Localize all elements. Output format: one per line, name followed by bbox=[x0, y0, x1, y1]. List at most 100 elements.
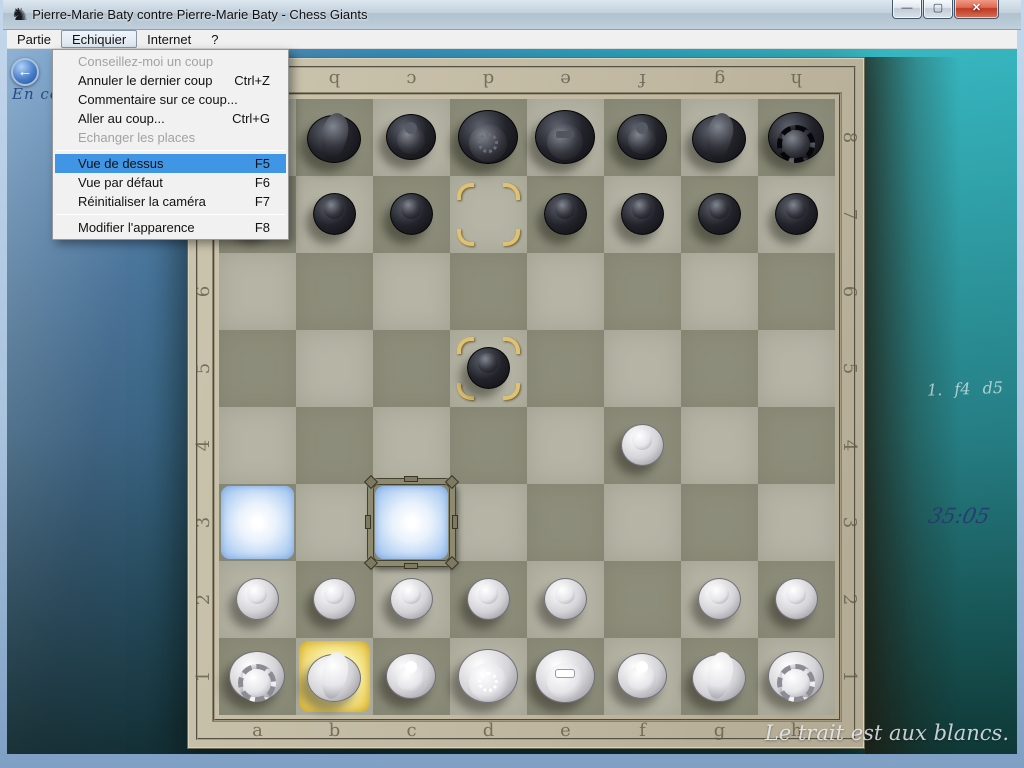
piece-black-pawn-d5[interactable] bbox=[450, 330, 527, 407]
square-g5[interactable] bbox=[681, 330, 758, 407]
gold-corner-chevron bbox=[457, 229, 474, 246]
square-f5[interactable] bbox=[604, 330, 681, 407]
piece-head bbox=[478, 584, 498, 604]
piece-white-bishop-c1[interactable] bbox=[373, 638, 450, 715]
menu-item-internet[interactable]: Internet bbox=[137, 30, 201, 48]
menu-item-aller-au-coup[interactable]: Aller au coup...Ctrl+G bbox=[55, 109, 286, 128]
piece-white-pawn-e2[interactable] bbox=[527, 561, 604, 638]
square-a4[interactable] bbox=[219, 407, 296, 484]
piece-head-group bbox=[219, 561, 296, 638]
menu-item-partie[interactable]: Partie bbox=[7, 30, 61, 48]
piece-white-pawn-d2[interactable] bbox=[450, 561, 527, 638]
piece-white-rook-a1[interactable] bbox=[219, 638, 296, 715]
minimize-button[interactable]: — bbox=[892, 0, 922, 19]
square-c5[interactable] bbox=[373, 330, 450, 407]
piece-white-knight-g1[interactable] bbox=[681, 638, 758, 715]
square-b3[interactable] bbox=[296, 484, 373, 561]
maximize-button[interactable]: ▢ bbox=[923, 0, 953, 19]
square-d4[interactable] bbox=[450, 407, 527, 484]
close-button[interactable]: ✕ bbox=[954, 0, 999, 19]
square-f3[interactable] bbox=[604, 484, 681, 561]
menu-item-shortcut: F5 bbox=[255, 154, 270, 173]
piece-black-queen-d8[interactable] bbox=[450, 99, 527, 176]
square-b4[interactable] bbox=[296, 407, 373, 484]
square-a5[interactable] bbox=[219, 330, 296, 407]
piece-white-king-e1[interactable] bbox=[527, 638, 604, 715]
square-h4[interactable] bbox=[758, 407, 835, 484]
piece-black-knight-b8[interactable] bbox=[296, 99, 373, 176]
square-f6[interactable] bbox=[604, 253, 681, 330]
menu-separator bbox=[56, 214, 285, 215]
menu-item-shortcut: Ctrl+Z bbox=[234, 71, 270, 90]
menu-item-commentaire-sur-ce-coup[interactable]: Commentaire sur ce coup... bbox=[55, 90, 286, 109]
square-e5[interactable] bbox=[527, 330, 604, 407]
square-g3[interactable] bbox=[681, 484, 758, 561]
file-label-top-e: e bbox=[527, 66, 604, 92]
square-h3[interactable] bbox=[758, 484, 835, 561]
piece-white-pawn-a2[interactable] bbox=[219, 561, 296, 638]
menu-item-reinitialiser-la-camera[interactable]: Réinitialiser la caméraF7 bbox=[55, 192, 286, 211]
legal-move-highlight-a3[interactable] bbox=[221, 486, 294, 559]
square-d6[interactable] bbox=[450, 253, 527, 330]
piece-white-pawn-f4[interactable] bbox=[604, 407, 681, 484]
piece-black-pawn-e7[interactable] bbox=[527, 176, 604, 253]
square-b6[interactable] bbox=[296, 253, 373, 330]
piece-head-group bbox=[373, 176, 450, 253]
piece-head bbox=[324, 584, 344, 604]
square-d3[interactable] bbox=[450, 484, 527, 561]
menu-item-echanger-les-places: Echanger les places bbox=[55, 128, 286, 147]
piece-black-bishop-c8[interactable] bbox=[373, 99, 450, 176]
square-c6[interactable] bbox=[373, 253, 450, 330]
square-h5[interactable] bbox=[758, 330, 835, 407]
menu-item-vue-de-dessus[interactable]: Vue de dessusF5 bbox=[55, 154, 286, 173]
piece-head-group bbox=[450, 561, 527, 638]
menu-separator bbox=[56, 150, 285, 151]
square-b5[interactable] bbox=[296, 330, 373, 407]
piece-black-bishop-f8[interactable] bbox=[604, 99, 681, 176]
hover-frame-notch bbox=[404, 476, 418, 482]
back-button[interactable]: ← bbox=[11, 58, 39, 86]
square-e6[interactable] bbox=[527, 253, 604, 330]
piece-white-queen-d1[interactable] bbox=[450, 638, 527, 715]
piece-black-rook-h8[interactable] bbox=[758, 99, 835, 176]
piece-white-bishop-f1[interactable] bbox=[604, 638, 681, 715]
piece-head bbox=[709, 199, 729, 219]
piece-black-king-e8[interactable] bbox=[527, 99, 604, 176]
square-e3[interactable] bbox=[527, 484, 604, 561]
piece-black-knight-g8[interactable] bbox=[681, 99, 758, 176]
piece-black-pawn-f7[interactable] bbox=[604, 176, 681, 253]
menu-item-annuler-le-dernier-coup[interactable]: Annuler le dernier coupCtrl+Z bbox=[55, 71, 286, 90]
square-g4[interactable] bbox=[681, 407, 758, 484]
square-e4[interactable] bbox=[527, 407, 604, 484]
piece-black-pawn-g7[interactable] bbox=[681, 176, 758, 253]
square-f2[interactable] bbox=[604, 561, 681, 638]
piece-white-knight-b1[interactable] bbox=[296, 638, 373, 715]
menu-item-item[interactable]: ? bbox=[201, 30, 228, 48]
menu-item-label: Modifier l'apparence bbox=[78, 218, 195, 237]
piece-head-group bbox=[373, 561, 450, 638]
piece-head-group bbox=[527, 561, 604, 638]
piece-white-pawn-b2[interactable] bbox=[296, 561, 373, 638]
menu-item-shortcut: F6 bbox=[255, 173, 270, 192]
piece-white-rook-h1[interactable] bbox=[758, 638, 835, 715]
piece-head-group bbox=[450, 649, 527, 726]
menu-item-vue-par-defaut[interactable]: Vue par défautF6 bbox=[55, 173, 286, 192]
piece-head-group bbox=[296, 649, 373, 726]
piece-white-pawn-h2[interactable] bbox=[758, 561, 835, 638]
square-a6[interactable] bbox=[219, 253, 296, 330]
piece-black-pawn-c7[interactable] bbox=[373, 176, 450, 253]
menu-item-echiquier[interactable]: Echiquier bbox=[61, 30, 137, 48]
square-g6[interactable] bbox=[681, 253, 758, 330]
menu-item-label: Echanger les places bbox=[78, 128, 195, 147]
piece-head-group bbox=[527, 176, 604, 253]
piece-white-pawn-g2[interactable] bbox=[681, 561, 758, 638]
square-c4[interactable] bbox=[373, 407, 450, 484]
hover-frame-notch bbox=[452, 515, 458, 529]
menu-item-label: Aller au coup... bbox=[78, 109, 165, 128]
menu-item-modifier-l-apparence[interactable]: Modifier l'apparenceF8 bbox=[55, 218, 286, 237]
piece-black-pawn-h7[interactable] bbox=[758, 176, 835, 253]
piece-white-pawn-c2[interactable] bbox=[373, 561, 450, 638]
square-h6[interactable] bbox=[758, 253, 835, 330]
piece-black-pawn-b7[interactable] bbox=[296, 176, 373, 253]
piece-head bbox=[324, 199, 344, 219]
